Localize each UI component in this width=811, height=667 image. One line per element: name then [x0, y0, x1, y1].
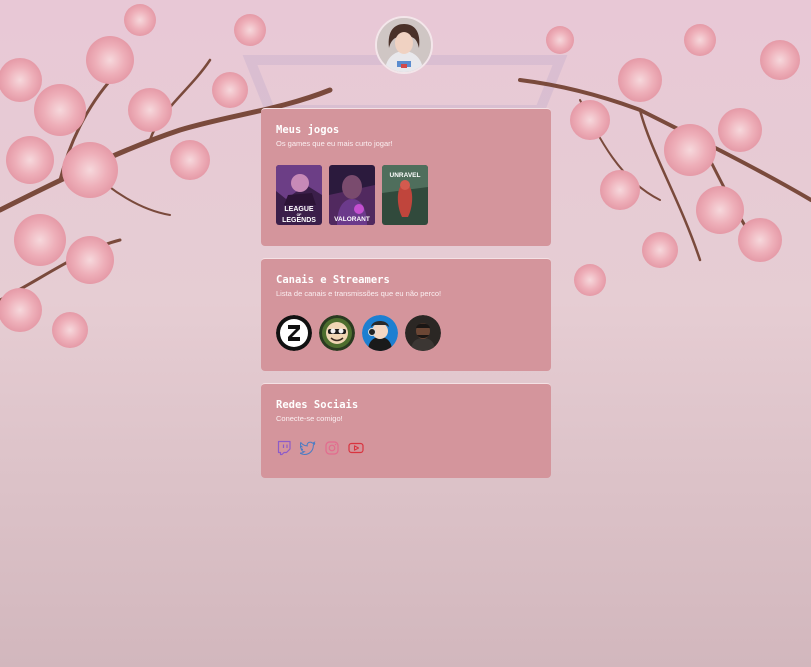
- social-card-subtitle: Conecte-se comigo!: [276, 414, 343, 423]
- twitter-icon[interactable]: [298, 440, 316, 456]
- league-of-legends-cover: LEAGUE OF LEGENDS: [276, 165, 322, 225]
- channel-logo-3: [362, 315, 398, 351]
- valorant-logo: VALORANT: [334, 216, 370, 223]
- streamer-avatar-1[interactable]: [276, 315, 312, 351]
- games-card: Meus jogos Os games que eu mais curto jo…: [261, 108, 551, 246]
- streamers-card-subtitle: Lista de canais e transmissões que eu nã…: [276, 289, 442, 298]
- lol-logo-line1: LEAGUE: [284, 206, 314, 213]
- lol-logo-line2: LEGENDS: [282, 217, 316, 224]
- channel-logo-4: [405, 315, 441, 351]
- unravel-cover: UNRAVEL: [382, 165, 428, 225]
- social-card: Redes Sociais Conecte-se comigo!: [261, 383, 551, 478]
- game-unravel[interactable]: UNRAVEL: [382, 165, 428, 225]
- channel-logo-1: [276, 315, 312, 351]
- instagram-icon[interactable]: [324, 440, 340, 456]
- streamer-avatar-3[interactable]: [362, 315, 398, 351]
- game-league-of-legends[interactable]: LEAGUE OF LEGENDS: [276, 165, 322, 225]
- streamer-avatar-4[interactable]: [405, 315, 441, 351]
- channel-logo-2: [319, 315, 355, 351]
- unravel-logo: UNRAVEL: [390, 172, 421, 179]
- valorant-cover: VALORANT: [329, 165, 375, 225]
- youtube-icon[interactable]: [348, 440, 364, 456]
- profile-avatar: [375, 16, 433, 74]
- streamers-card: Canais e Streamers Lista de canais e tra…: [261, 258, 551, 371]
- games-card-subtitle: Os games que eu mais curto jogar!: [276, 139, 393, 148]
- avatar-image: [377, 18, 431, 72]
- games-card-title: Meus jogos: [276, 124, 340, 136]
- streamers-card-title: Canais e Streamers: [276, 274, 390, 286]
- twitch-icon[interactable]: [276, 440, 292, 456]
- social-card-title: Redes Sociais: [276, 399, 359, 411]
- streamer-avatar-2[interactable]: [319, 315, 355, 351]
- game-valorant[interactable]: VALORANT: [329, 165, 375, 225]
